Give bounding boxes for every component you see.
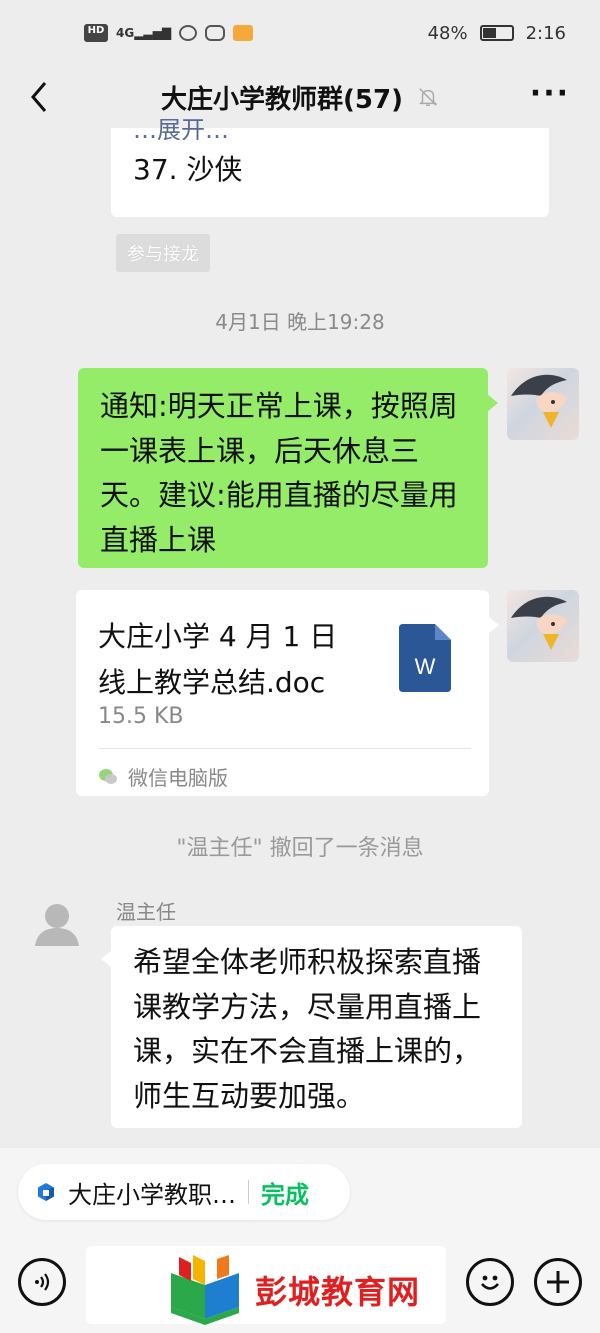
file-name-line2: 线上教学总结.doc (98, 666, 326, 699)
divider (248, 1180, 249, 1204)
hd-icon: HD (84, 24, 108, 42)
hotspot-icon (179, 25, 198, 41)
avatar[interactable] (507, 590, 579, 662)
jielong-card[interactable]: …展开… 37. 沙侠 (111, 116, 549, 217)
default-avatar-icon (21, 888, 93, 960)
plus-icon (547, 1271, 569, 1293)
mail-icon (233, 25, 254, 41)
more-options-button[interactable]: ··· (530, 79, 570, 109)
timestamp: 4月1日 晚上19:28 (215, 310, 385, 334)
signal-icon: 4G▂▃▅▇ (116, 26, 172, 40)
cube-icon (38, 1183, 54, 1201)
pending-task-pill[interactable]: 大庄小学教职… 完成 (18, 1164, 350, 1220)
shield-icon (205, 25, 226, 41)
message-bubble-text[interactable]: 通知:明天正常上课，按照周一课表上课，后天休息三天。建议:能用直播的尽量用直播上… (78, 368, 498, 568)
status-right: 48% 2:16 (428, 23, 566, 44)
signal-label: 4G (116, 26, 135, 40)
file-size: 15.5 KB (98, 704, 184, 729)
book-logo-icon (171, 1255, 239, 1325)
file-source: 微信电脑版 (98, 762, 228, 791)
join-jielong-button[interactable]: 参与接龙 (116, 234, 210, 272)
avatar[interactable] (21, 888, 93, 960)
word-icon-letter: W (415, 654, 436, 679)
pending-task-label: 大庄小学教职… (68, 1180, 236, 1209)
smiley-icon (481, 1275, 499, 1290)
recall-notice: "温主任" 撤回了一条消息 (176, 836, 424, 861)
page-title: 大庄小学教师群(57) (161, 79, 439, 116)
battery-percent: 48% (427, 22, 468, 44)
clock: 2:16 (525, 22, 566, 44)
more-functions-button[interactable] (534, 1258, 582, 1306)
voice-icon (35, 1273, 50, 1291)
avatar-girl-icon (511, 596, 567, 650)
voice-input-button[interactable] (18, 1258, 66, 1306)
wechat-icon (99, 768, 117, 784)
mute-bell-icon (418, 88, 438, 106)
sender-name: 温主任 (116, 900, 176, 924)
file-source-label: 微信电脑版 (128, 766, 228, 790)
jielong-last-entry: 37. 沙侠 (133, 153, 243, 186)
file-message-card[interactable]: 大庄小学 4 月 1 日 线上教学总结.doc 15.5 KB W 微信电脑版 (76, 590, 499, 796)
file-name-line1: 大庄小学 4 月 1 日 (98, 620, 338, 653)
emoji-button[interactable] (466, 1258, 514, 1306)
expand-link[interactable]: …展开… (133, 116, 527, 140)
status-bar: HD 4G▂▃▅▇ 48% 2:16 (0, 0, 600, 66)
avatar-girl-icon (511, 374, 567, 428)
status-icons: HD 4G▂▃▅▇ (84, 24, 254, 42)
battery-icon (479, 25, 514, 41)
file-name: 大庄小学 4 月 1 日 线上教学总结.doc (98, 614, 373, 706)
chat-title: 大庄小学教师群(57) (161, 84, 403, 115)
done-button[interactable]: 完成 (261, 1175, 309, 1210)
back-button[interactable] (22, 80, 56, 114)
watermark: 彭城教育网 (165, 1248, 455, 1332)
divider (98, 748, 471, 749)
message-bubble-text[interactable]: 希望全体老师积极探索直播课教学方法，尽量用直播上课，实在不会直播上课的，师生互动… (101, 926, 522, 1128)
word-document-icon: W (399, 624, 451, 692)
avatar[interactable] (507, 368, 579, 440)
watermark-text: 彭城教育网 (255, 1273, 421, 1311)
chevron-left-icon (31, 82, 47, 112)
chat-area[interactable]: …展开… 37. 沙侠 参与接龙 4月1日 晚上19:28 通知:明天正常上课，… (0, 116, 600, 1148)
battery-fill (482, 28, 496, 38)
